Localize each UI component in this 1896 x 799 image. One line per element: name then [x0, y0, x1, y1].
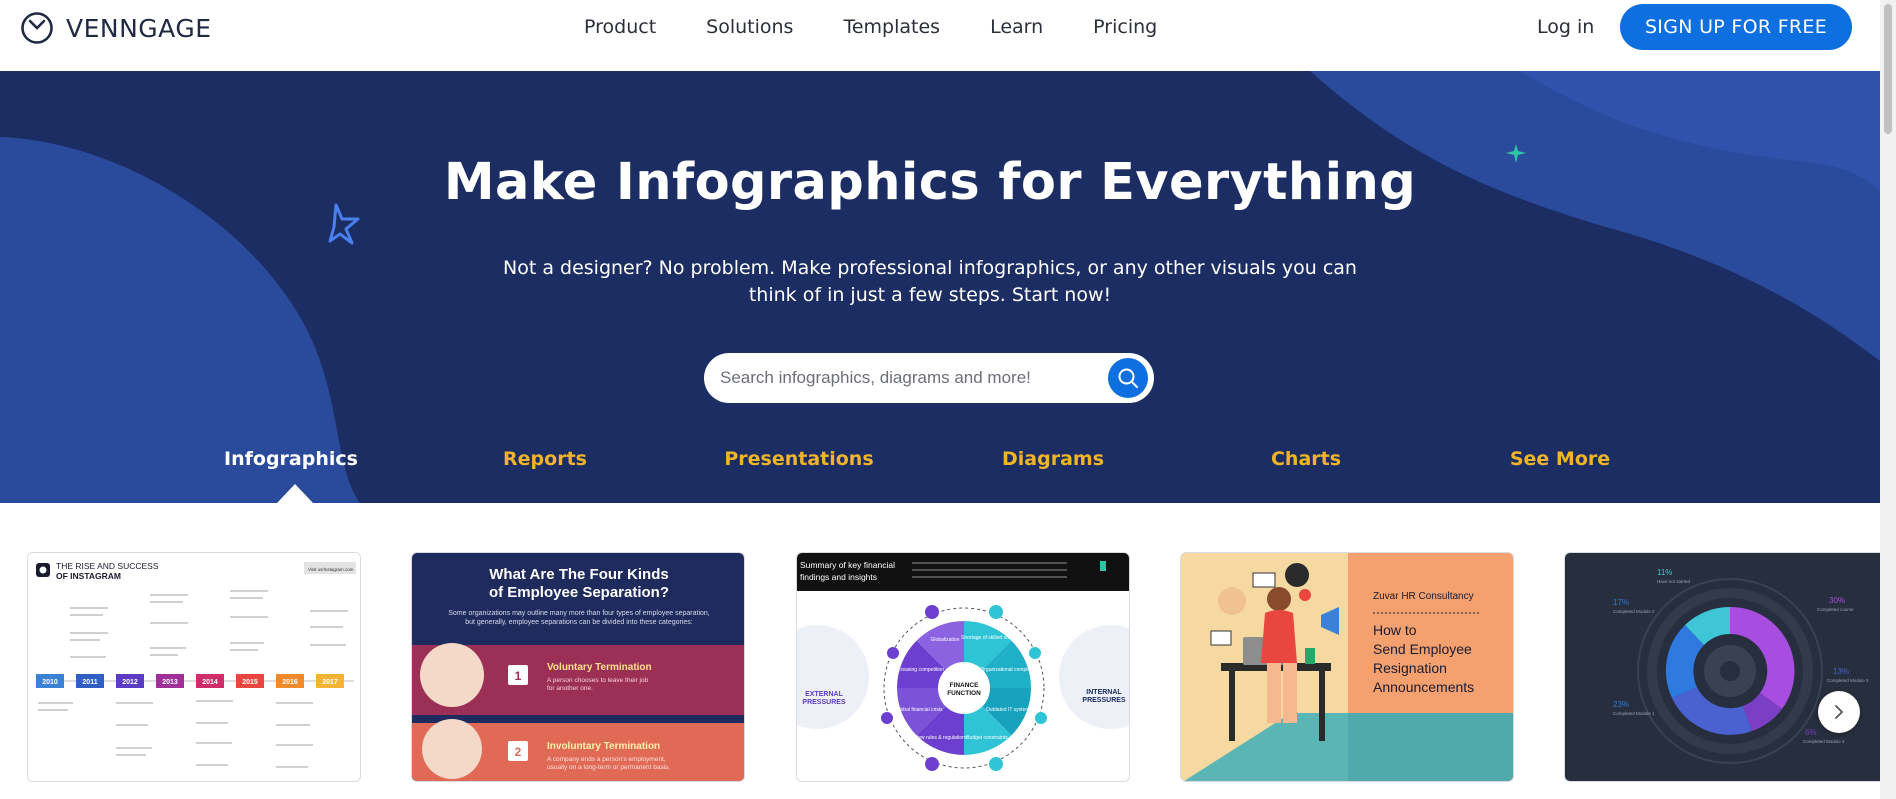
card1-year: 2017	[322, 679, 338, 686]
search-icon	[1118, 368, 1138, 388]
hero-subtitle: Not a designer? No problem. Make profess…	[503, 257, 1357, 306]
card3-center-line1: FINANCE	[950, 682, 980, 689]
nav-solutions[interactable]: Solutions	[706, 16, 793, 38]
template-card-instagram[interactable]: THE RISE AND SUCCESS OF INSTAGRAM Visit …	[27, 552, 361, 782]
card1-title-line2: OF INSTAGRAM	[56, 571, 121, 581]
card2-item1-num: 1	[515, 669, 522, 683]
card1-year: 2010	[42, 679, 58, 686]
search-bar	[704, 353, 1154, 403]
tab-diagrams[interactable]: Diagrams	[1002, 448, 1104, 470]
card1-year: 2016	[282, 679, 298, 686]
card1-year: 2013	[162, 679, 178, 686]
card3-left-label-line1: EXTERNAL	[805, 691, 843, 698]
card5-label-value: 23%	[1613, 700, 1629, 709]
card2-item1-title: Voluntary Termination	[547, 662, 652, 673]
template-card-finance[interactable]: Summary of key financial findings and in…	[796, 552, 1130, 782]
nav-learn[interactable]: Learn	[990, 16, 1043, 38]
card3-title-line1: Summary of key financial	[800, 560, 895, 570]
nav-product[interactable]: Product	[584, 16, 656, 38]
card3-segment-label: Shortage of skilled staff	[961, 635, 1013, 641]
card1-title-line1: THE RISE AND SUCCESS	[56, 561, 159, 571]
logo-text: VENNGAGE	[66, 13, 212, 43]
hero-title: Make Infographics for Everything	[443, 153, 1417, 212]
search-button[interactable]	[1108, 358, 1148, 398]
template-carousel: THE RISE AND SUCCESS OF INSTAGRAM Visit …	[0, 552, 1880, 782]
tab-reports[interactable]: Reports	[503, 448, 587, 470]
card5-label-text: Completed Module 1	[1613, 711, 1655, 716]
login-link[interactable]: Log in	[1537, 16, 1594, 38]
tab-see-more[interactable]: See More	[1510, 448, 1610, 470]
signup-button[interactable]: SIGN UP FOR FREE	[1620, 4, 1852, 50]
active-tab-pointer	[277, 484, 313, 503]
card3-segment-label: New rules & regulations	[915, 735, 968, 741]
card2-item2-title: Involuntary Termination	[547, 741, 660, 752]
hero-section: Make Infographics for Everything Not a d…	[0, 71, 1880, 503]
card1-year: 2014	[202, 679, 218, 686]
card3-left-label-line2: PRESSURES	[802, 699, 846, 706]
card3-segment-label: Globalization	[931, 637, 960, 643]
card5-label-value: 17%	[1613, 598, 1629, 607]
venngage-logo[interactable]: VENNGAGE	[20, 11, 212, 45]
template-card-hr-resignation[interactable]: Zuvar HR Consultancy How to Send Employee…	[1180, 552, 1514, 782]
card2-item2-text: A company ends a person's employment, usu…	[547, 756, 670, 771]
card3-segment-label: Outdated IT systems	[986, 707, 1033, 713]
chevron-right-icon	[1835, 705, 1843, 719]
main-nav: Product Solutions Templates Learn Pricin…	[584, 0, 1207, 54]
card3-segment-label: Budget constraints	[966, 735, 1008, 741]
donut-chart-thumbnail: 11% Have not started 17% Completed Modul…	[1565, 553, 1880, 781]
card3-right-label-line1: INTERNAL	[1086, 689, 1122, 696]
nav-templates[interactable]: Templates	[843, 16, 940, 38]
card5-label-text: Completed course	[1817, 607, 1854, 612]
card3-segment-label: Global financial crisis	[896, 707, 943, 713]
tab-infographics[interactable]: Infographics	[224, 448, 358, 470]
card1-year: 2011	[82, 679, 97, 686]
card3-right-label-line2: PRESSURES	[1082, 697, 1126, 704]
card2-title: What Are The Four Kinds of Employee Separ…	[489, 566, 669, 601]
employee-separation-thumbnail: What Are The Four Kinds of Employee Separ…	[412, 553, 744, 781]
card1-year: 2015	[242, 679, 258, 686]
card5-label-value: 30%	[1829, 596, 1845, 605]
card5-label-value: 13%	[1833, 667, 1849, 676]
card5-label-value: 11%	[1657, 568, 1672, 577]
finance-function-thumbnail: Summary of key financial findings and in…	[797, 553, 1129, 781]
nav-pricing[interactable]: Pricing	[1093, 16, 1157, 38]
card3-segment-label: Organizational complexity	[980, 667, 1038, 673]
card5-label-text: Completed Module 4	[1803, 739, 1845, 744]
carousel-next-button[interactable]	[1818, 691, 1860, 733]
card5-label-text: Have not started	[1657, 579, 1691, 584]
top-header: VENNGAGE Product Solutions Templates Lea…	[0, 0, 1880, 71]
card5-label-text: Completed Module 3	[1827, 678, 1869, 683]
page-scrollbar[interactable]	[1880, 0, 1896, 799]
scrollbar-thumb[interactable]	[1884, 4, 1892, 134]
template-card-donut-chart[interactable]: 11% Have not started 17% Completed Modul…	[1564, 552, 1880, 782]
card5-label-value: 6%	[1805, 728, 1817, 737]
card3-center-line2: FUNCTION	[947, 690, 981, 697]
search-input[interactable]	[720, 368, 1090, 388]
card1-badge: Visit us/Instagram.com	[308, 567, 354, 572]
tab-presentations[interactable]: Presentations	[724, 448, 873, 470]
card2-item2-num: 2	[515, 745, 522, 759]
tab-charts[interactable]: Charts	[1271, 448, 1341, 470]
template-card-employee-separation[interactable]: What Are The Four Kinds of Employee Separ…	[411, 552, 745, 782]
hr-resignation-thumbnail: Zuvar HR Consultancy How to Send Employee…	[1181, 553, 1513, 781]
instagram-timeline-thumbnail: THE RISE AND SUCCESS OF INSTAGRAM Visit …	[28, 553, 360, 781]
card3-segment-label: Increasing competition	[894, 667, 944, 673]
card1-year: 2012	[122, 679, 138, 686]
card4-company: Zuvar HR Consultancy	[1373, 591, 1474, 602]
venngage-logo-icon	[21, 12, 53, 44]
card3-title-line2: findings and insights	[800, 572, 877, 582]
card5-label-text: Completed Module 2	[1613, 609, 1655, 614]
